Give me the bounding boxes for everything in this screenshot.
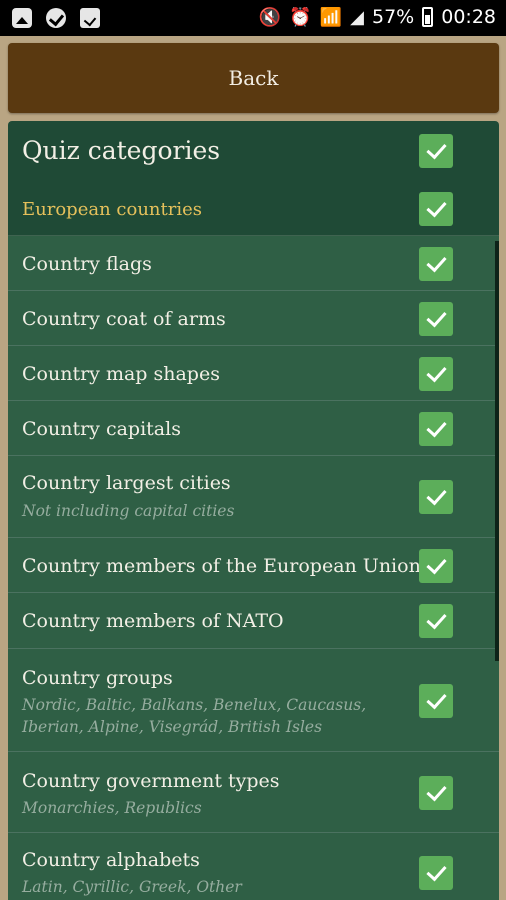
category-row[interactable]: Country largest cities Not including capi…: [8, 456, 499, 538]
page-title: Quiz categories: [22, 136, 221, 165]
category-label: Country map shapes: [22, 363, 220, 385]
alarm-icon: ⏰: [289, 6, 312, 28]
group-row-european-countries: European countries: [8, 181, 499, 236]
category-row[interactable]: Country capitals: [8, 401, 499, 456]
category-label: Country government types: [22, 770, 280, 792]
category-description: Latin, Cyrillic, Greek, Other: [22, 878, 242, 896]
category-label: Country capitals: [22, 418, 181, 440]
clock: 00:28: [441, 6, 496, 28]
category-checkbox[interactable]: [419, 549, 453, 583]
status-bar: 🔇 ⏰ 📶 ◢ 57% 00:28: [0, 0, 506, 36]
category-checkbox[interactable]: [419, 776, 453, 810]
battery-icon: [422, 7, 434, 27]
category-label: Country coat of arms: [22, 308, 226, 330]
category-label: Country groups: [22, 667, 173, 689]
category-row[interactable]: Country government types Monarchies, Repu…: [8, 752, 499, 833]
category-row[interactable]: Country groups Nordic, Baltic, Balkans, B…: [8, 649, 499, 752]
quiz-categories-panel: Quiz categories European countries Count…: [8, 121, 499, 900]
bag-icon: [80, 8, 100, 28]
category-label: Country flags: [22, 253, 152, 275]
category-label: Country largest cities: [22, 472, 231, 494]
category-checkbox[interactable]: [419, 357, 453, 391]
wifi-icon: 📶: [319, 6, 343, 28]
check-circle-icon: [46, 8, 66, 28]
select-all-checkbox[interactable]: [419, 134, 453, 168]
category-row[interactable]: Country members of the European Union: [8, 538, 499, 593]
category-label: Country alphabets: [22, 849, 200, 871]
category-checkbox[interactable]: [419, 247, 453, 281]
categories-header: Quiz categories: [8, 121, 499, 181]
back-button[interactable]: Back: [8, 43, 499, 113]
category-checkbox[interactable]: [419, 604, 453, 638]
group-label: European countries: [22, 199, 202, 220]
category-description: Nordic, Baltic, Balkans, Benelux, Caucas…: [22, 696, 367, 736]
category-checkbox[interactable]: [419, 684, 453, 718]
mute-icon: 🔇: [258, 6, 282, 28]
category-description: Monarchies, Republics: [22, 799, 202, 817]
image-icon: [12, 8, 32, 28]
category-checkbox[interactable]: [419, 856, 453, 890]
system-icons: 🔇 ⏰ 📶 ◢ 57% 00:28: [259, 6, 496, 28]
category-checkbox[interactable]: [419, 412, 453, 446]
category-label: Country members of the European Union: [22, 555, 421, 577]
signal-icon: ◢: [350, 6, 364, 28]
notification-icons: [12, 8, 100, 28]
category-row[interactable]: Country coat of arms: [8, 291, 499, 346]
category-checkbox[interactable]: [419, 480, 453, 514]
category-row[interactable]: Country members of NATO: [8, 593, 499, 649]
category-row[interactable]: Country alphabets Latin, Cyrillic, Greek,…: [8, 833, 499, 900]
category-row[interactable]: Country flags: [8, 236, 499, 291]
category-checkbox[interactable]: [419, 302, 453, 336]
group-checkbox[interactable]: [419, 192, 453, 226]
category-label: Country members of NATO: [22, 610, 284, 632]
category-row[interactable]: Country map shapes: [8, 346, 499, 401]
scrollbar[interactable]: [495, 241, 499, 661]
category-description: Not including capital cities: [22, 502, 235, 520]
battery-percent: 57%: [372, 6, 415, 28]
